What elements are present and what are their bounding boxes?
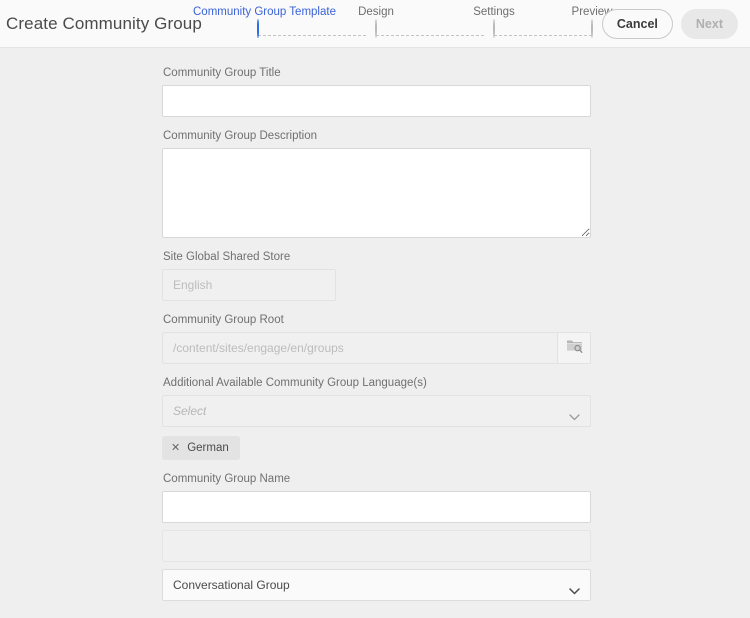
community-group-type-selected-value: Conversational Group — [173, 578, 290, 592]
step-dot — [375, 19, 377, 38]
community-group-description-textarea[interactable] — [162, 148, 591, 238]
step-dot — [591, 19, 593, 38]
next-button[interactable]: Next — [680, 9, 738, 39]
community-group-description-label: Community Group Description — [163, 130, 318, 142]
chevron-down-icon — [569, 408, 580, 426]
site-global-shared-store-label: Site Global Shared Store — [163, 251, 291, 263]
browse-path-button[interactable] — [557, 332, 591, 364]
step-dot-active — [257, 19, 259, 38]
community-group-name-label: Community Group Name — [163, 473, 291, 485]
community-group-root-input — [162, 332, 557, 364]
community-group-root-row — [162, 332, 591, 364]
community-group-root-label: Community Group Root — [163, 314, 284, 326]
field-additional-languages: Additional Available Community Group Lan… — [162, 376, 591, 460]
chevron-down-icon — [569, 582, 580, 600]
cancel-button[interactable]: Cancel — [601, 9, 673, 39]
create-community-group-form: Community Group Title Community Group De… — [162, 49, 591, 601]
step-indicator: Community Group Template Design Settings… — [186, 4, 612, 46]
header-actions: Cancel Next — [601, 9, 738, 39]
selected-languages-chips: ✕ German — [162, 436, 591, 460]
page-title: Create Community Group — [6, 13, 202, 33]
step-label: Community Group Template — [193, 6, 336, 18]
close-icon[interactable]: ✕ — [171, 442, 180, 454]
language-chip-german[interactable]: ✕ German — [162, 436, 240, 460]
field-community-group-name: Community Group Name — [162, 472, 591, 523]
field-community-group-title: Community Group Title — [162, 66, 591, 117]
community-group-name-input[interactable] — [162, 491, 591, 523]
step-dot — [493, 19, 495, 38]
additional-languages-select[interactable]: Select — [162, 395, 591, 427]
step-design[interactable]: Design — [311, 4, 441, 38]
step-label: Design — [358, 6, 394, 18]
folder-search-icon — [566, 338, 583, 358]
community-group-name-secondary-field — [162, 530, 591, 562]
community-group-title-label: Community Group Title — [163, 67, 281, 79]
app-header: Create Community Group Community Group T… — [0, 0, 750, 48]
additional-languages-label: Additional Available Community Group Lan… — [163, 377, 427, 389]
additional-languages-selected-value: Select — [173, 404, 207, 418]
community-group-type-select[interactable]: Conversational Group — [162, 569, 591, 601]
site-global-shared-store-input — [162, 269, 336, 301]
language-chip-label: German — [187, 442, 229, 454]
field-site-global-shared-store: Site Global Shared Store — [162, 250, 591, 301]
field-community-group-root: Community Group Root — [162, 313, 591, 364]
field-community-group-description: Community Group Description — [162, 129, 591, 238]
community-group-title-input[interactable] — [162, 85, 591, 117]
step-community-group-template[interactable]: Community Group Template — [193, 4, 336, 38]
